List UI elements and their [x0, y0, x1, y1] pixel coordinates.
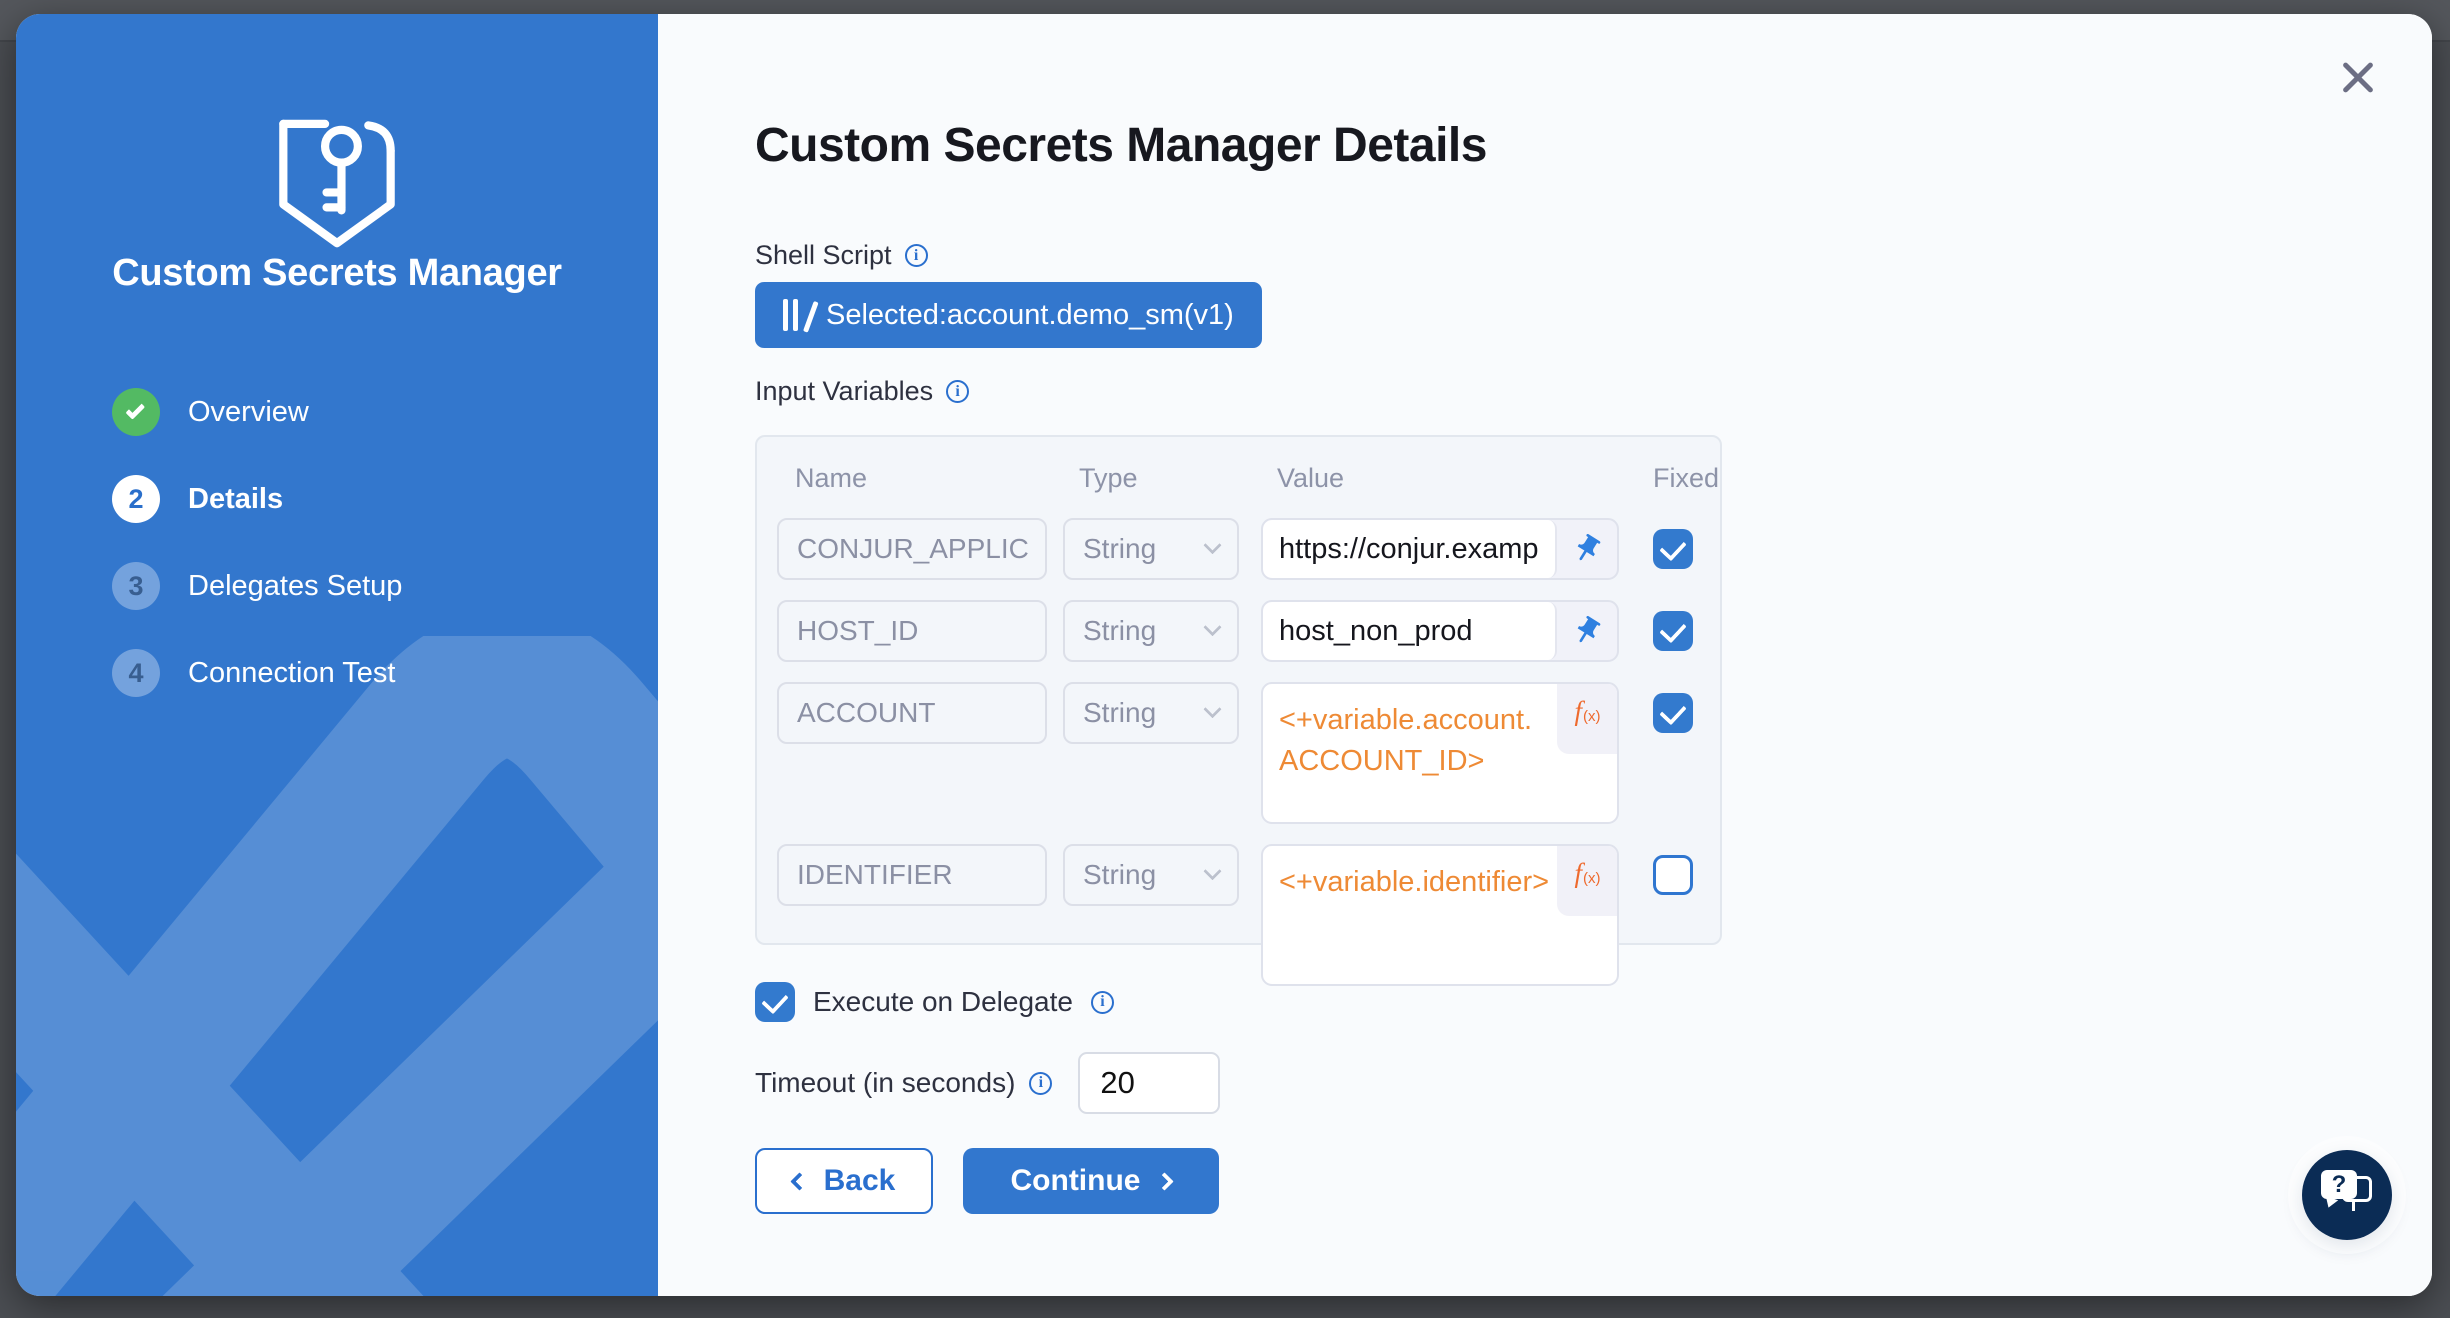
execute-on-delegate-checkbox[interactable] — [755, 982, 795, 1022]
variable-type-select[interactable]: String — [1063, 682, 1239, 744]
step-number-badge: 2 — [112, 475, 160, 523]
continue-button-label: Continue — [1011, 1164, 1141, 1198]
variable-name-value: HOST_ID — [797, 615, 918, 647]
variable-name-input[interactable]: ACCOUNT — [777, 682, 1047, 744]
help-chat-button[interactable] — [2302, 1150, 2392, 1240]
fx-glyph: f — [1574, 696, 1582, 727]
step-delegates-setup[interactable]: 3 Delegates Setup — [112, 562, 402, 610]
execute-on-delegate-row: Execute on Delegate — [755, 982, 1114, 1022]
variable-type-value: String — [1083, 859, 1156, 891]
wizard-title: Custom Secrets Manager — [16, 252, 658, 295]
shell-script-label-text: Shell Script — [755, 240, 892, 271]
table-row: ACCOUNT String <+variable.account.ACCOUN… — [777, 682, 1720, 824]
column-header-fixed: Fixed — [1653, 463, 1719, 494]
variable-value-field: host_non_prod — [1261, 600, 1619, 662]
column-header-type: Type — [1063, 463, 1239, 494]
page-title: Custom Secrets Manager Details — [755, 118, 1487, 173]
footer-buttons: Back Continue — [755, 1148, 1219, 1214]
step-label: Delegates Setup — [188, 570, 402, 603]
table-row: IDENTIFIER String <+variable.identifier>… — [777, 844, 1720, 986]
selected-script-text: Selected:account.demo_sm(v1) — [826, 299, 1234, 332]
chevron-down-icon — [1203, 618, 1221, 636]
table-row: CONJUR_APPLIC String https://conjur.exam… — [777, 518, 1720, 580]
wizard-steps: Overview 2 Details 3 Delegates Setup 4 C… — [112, 388, 402, 736]
fx-sub-glyph: (x) — [1583, 708, 1601, 725]
back-button-label: Back — [824, 1164, 896, 1198]
variable-name-value: IDENTIFIER — [797, 859, 953, 891]
chat-question-icon — [2321, 1170, 2357, 1199]
fixed-checkbox[interactable] — [1653, 611, 1693, 651]
variable-value-text: host_non_prod — [1279, 615, 1473, 648]
chevron-right-icon — [1156, 1172, 1174, 1190]
chevron-down-icon — [1203, 862, 1221, 880]
fixed-checkbox[interactable] — [1653, 855, 1693, 895]
variable-value-text: https://conjur.examp — [1279, 533, 1539, 566]
back-button[interactable]: Back — [755, 1148, 933, 1214]
table-row: HOST_ID String host_non_prod — [777, 600, 1720, 662]
info-icon[interactable] — [946, 380, 969, 403]
step-details[interactable]: 2 Details — [112, 475, 402, 523]
expression-fx-icon[interactable]: f(x) — [1557, 684, 1617, 754]
variable-name-input[interactable]: CONJUR_APPLIC — [777, 518, 1047, 580]
timeout-label: Timeout (in seconds) — [755, 1067, 1015, 1099]
timeout-row: Timeout (in seconds) 20 — [755, 1052, 1220, 1114]
step-label: Connection Test — [188, 657, 395, 690]
input-variables-table: Name Type Value Fixed CONJUR_APPLIC Stri… — [755, 435, 1722, 945]
info-icon[interactable] — [1029, 1072, 1052, 1095]
fx-glyph: f — [1574, 858, 1582, 889]
info-icon[interactable] — [1091, 991, 1114, 1014]
step-number-badge: 3 — [112, 562, 160, 610]
step-overview[interactable]: Overview — [112, 388, 402, 436]
pin-icon[interactable] — [1557, 520, 1617, 578]
variable-type-select[interactable]: String — [1063, 844, 1239, 906]
step-number-badge: 4 — [112, 649, 160, 697]
chevron-left-icon — [790, 1172, 808, 1190]
expression-fx-icon[interactable]: f(x) — [1557, 846, 1617, 916]
fx-sub-glyph: (x) — [1583, 870, 1601, 887]
variable-value-input[interactable]: host_non_prod — [1263, 602, 1557, 660]
chevron-down-icon — [1203, 700, 1221, 718]
custom-secrets-manager-dialog: Custom Secrets Manager Overview 2 Detail… — [16, 14, 2432, 1296]
input-variables-label: Input Variables — [755, 376, 969, 407]
variable-value-field: https://conjur.examp — [1261, 518, 1619, 580]
fixed-checkbox[interactable] — [1653, 693, 1693, 733]
variable-type-value: String — [1083, 533, 1156, 565]
input-variables-label-text: Input Variables — [755, 376, 933, 407]
table-header: Name Type Value Fixed — [777, 463, 1720, 494]
wizard-sidebar: Custom Secrets Manager Overview 2 Detail… — [16, 14, 658, 1296]
variable-name-value: CONJUR_APPLIC — [797, 533, 1029, 565]
timeout-value: 20 — [1100, 1065, 1134, 1101]
shell-script-label: Shell Script — [755, 240, 928, 271]
close-icon[interactable] — [2340, 60, 2376, 96]
timeout-input[interactable]: 20 — [1078, 1052, 1220, 1114]
step-label: Details — [188, 483, 283, 516]
library-icon — [783, 299, 808, 331]
step-connection-test[interactable]: 4 Connection Test — [112, 649, 402, 697]
variable-type-select[interactable]: String — [1063, 518, 1239, 580]
fixed-checkbox[interactable] — [1653, 529, 1693, 569]
step-label: Overview — [188, 396, 309, 429]
variable-type-select[interactable]: String — [1063, 600, 1239, 662]
variable-value-input[interactable]: https://conjur.examp — [1263, 520, 1557, 578]
execute-on-delegate-label: Execute on Delegate — [813, 986, 1073, 1018]
details-panel: Custom Secrets Manager Details Shell Scr… — [658, 14, 2432, 1296]
variable-name-value: ACCOUNT — [797, 697, 935, 729]
column-header-name: Name — [777, 463, 1047, 494]
variable-value-field[interactable]: <+variable.identifier> f(x) — [1261, 844, 1619, 986]
step-complete-icon — [112, 388, 160, 436]
variable-type-value: String — [1083, 697, 1156, 729]
chevron-down-icon — [1203, 536, 1221, 554]
column-header-value: Value — [1261, 463, 1619, 494]
info-icon[interactable] — [905, 244, 928, 267]
variable-name-input[interactable]: HOST_ID — [777, 600, 1047, 662]
variable-name-input[interactable]: IDENTIFIER — [777, 844, 1047, 906]
variable-value-field[interactable]: <+variable.account.ACCOUNT_ID> f(x) — [1261, 682, 1619, 824]
screen-background: Custom Secrets Manager Overview 2 Detail… — [0, 0, 2450, 1318]
secrets-manager-logo-icon — [16, 106, 658, 264]
continue-button[interactable]: Continue — [963, 1148, 1219, 1214]
pin-icon[interactable] — [1557, 602, 1617, 660]
shell-script-selected-button[interactable]: Selected:account.demo_sm(v1) — [755, 282, 1262, 348]
variable-type-value: String — [1083, 615, 1156, 647]
